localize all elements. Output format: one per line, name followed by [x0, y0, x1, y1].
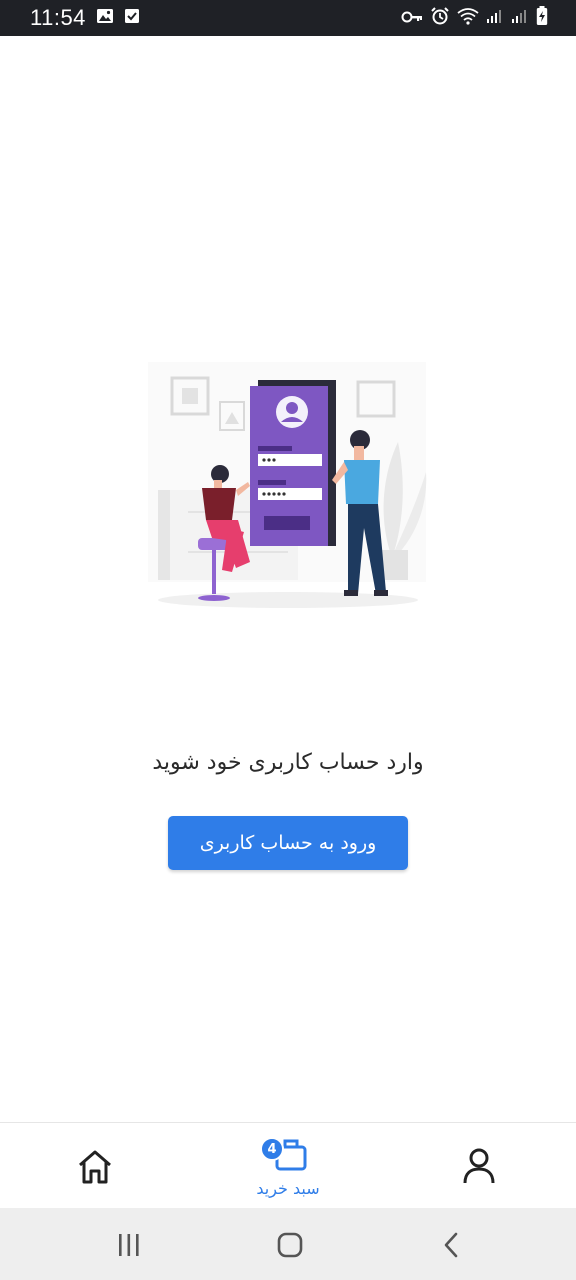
signal-icon: [511, 8, 529, 28]
system-nav-bar: [0, 1208, 576, 1280]
nav-home[interactable]: [76, 1149, 114, 1189]
cart-icon-wrap: 4: [260, 1137, 308, 1173]
login-illustration: [128, 362, 448, 612]
back-icon[interactable]: [440, 1232, 464, 1262]
signal-icon: [486, 8, 504, 28]
bottom-nav: 4 سبد خرید: [0, 1122, 576, 1208]
login-button[interactable]: ورود به حساب کاربری: [168, 816, 408, 870]
login-prompt-message: وارد حساب کاربری خود شوید: [152, 750, 424, 775]
home-circle-icon[interactable]: [276, 1232, 304, 1262]
recents-icon[interactable]: [116, 1232, 142, 1262]
wifi-icon: [457, 7, 479, 29]
status-left: 11:54: [30, 5, 140, 31]
nav-cart[interactable]: 4 سبد خرید: [238, 1137, 338, 1198]
alarm-icon: [430, 6, 450, 30]
profile-icon: [462, 1147, 496, 1189]
image-icon: [96, 8, 114, 28]
nav-profile[interactable]: [462, 1147, 496, 1189]
main-content: وارد حساب کاربری خود شوید ورود به حساب ک…: [0, 36, 576, 1122]
status-right: [401, 6, 548, 30]
status-bar: 11:54: [0, 0, 576, 36]
battery-charging-icon: [536, 6, 548, 30]
vpn-key-icon: [401, 9, 423, 28]
cart-label: سبد خرید: [256, 1179, 320, 1198]
home-icon: [76, 1149, 114, 1189]
checkbox-icon: [124, 8, 140, 28]
cart-count-badge: 4: [260, 1137, 284, 1161]
status-time: 11:54: [30, 5, 86, 30]
